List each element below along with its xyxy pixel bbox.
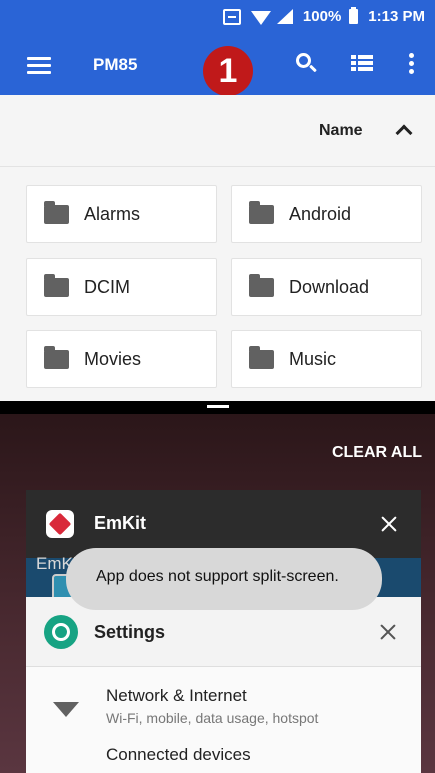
settings-card-title: Settings — [94, 622, 166, 642]
folder-name: Music — [289, 348, 337, 369]
file-browser: Name Alarms Android DCIM Download Movies… — [0, 95, 435, 401]
list-view-icon[interactable] — [351, 55, 373, 73]
close-icon[interactable] — [379, 623, 397, 641]
folder-name: DCIM — [84, 276, 130, 297]
settings-row-next-title: Connected devices — [106, 745, 251, 764]
settings-row-network: Network & Internet Wi-Fi, mobile, data u… — [26, 668, 421, 738]
folder-icon — [249, 273, 274, 297]
toolbar-title: PM85 — [93, 55, 138, 74]
divider-handle[interactable] — [207, 405, 229, 408]
status-bar: 100% 1:13 PM — [0, 0, 435, 33]
settings-row-subtitle: Wi-Fi, mobile, data usage, hotspot — [106, 710, 319, 726]
signal-icon — [276, 9, 293, 24]
folder-icon — [249, 345, 274, 369]
emkit-app-icon — [46, 510, 74, 538]
recent-card-settings[interactable]: Settings Network & Internet Wi-Fi, mobil… — [26, 597, 421, 773]
settings-gear-icon — [44, 615, 78, 649]
sort-arrow-icon[interactable] — [395, 124, 413, 142]
folder-item[interactable]: Android — [231, 185, 422, 243]
search-icon[interactable] — [296, 53, 318, 75]
close-icon[interactable] — [380, 515, 398, 533]
clock: 1:13 PM — [368, 8, 425, 25]
settings-row-title: Network & Internet — [106, 686, 247, 705]
wifi-icon — [250, 10, 271, 25]
scan-icon — [222, 8, 241, 25]
overflow-menu-icon[interactable] — [409, 53, 415, 75]
menu-icon[interactable] — [27, 57, 51, 74]
folder-name: Alarms — [84, 203, 141, 224]
split-divider[interactable] — [0, 401, 435, 414]
step-badge: 1 — [203, 46, 253, 96]
split-screen-toast: App does not support split-screen. — [66, 548, 382, 610]
app-toolbar: PM85 1 — [0, 33, 435, 96]
wifi-icon — [53, 702, 79, 717]
folder-item[interactable]: Music — [231, 330, 422, 388]
screen: 100% 1:13 PM PM85 1 Name Alarms Android … — [0, 0, 435, 773]
folder-name: Movies — [84, 348, 142, 369]
folder-icon — [44, 273, 69, 297]
folder-icon — [44, 345, 69, 369]
folder-icon — [249, 200, 274, 224]
folder-item[interactable]: Alarms — [26, 185, 217, 243]
sort-label[interactable]: Name — [319, 122, 363, 140]
folder-item[interactable]: DCIM — [26, 258, 217, 316]
clear-all-button[interactable]: CLEAR ALL — [332, 444, 422, 462]
folder-item[interactable]: Download — [231, 258, 422, 316]
battery-percent: 100% — [302, 8, 342, 25]
battery-icon — [349, 7, 359, 24]
folder-item[interactable]: Movies — [26, 330, 217, 388]
emkit-card-title: EmKit — [94, 513, 147, 533]
recents-panel: CLEAR ALL EmKit EmKit Secure Settings Ne… — [0, 414, 435, 773]
folder-name: Download — [289, 276, 370, 297]
sort-header: Name — [0, 95, 435, 167]
folder-name: Android — [289, 203, 352, 224]
folder-icon — [44, 200, 69, 224]
